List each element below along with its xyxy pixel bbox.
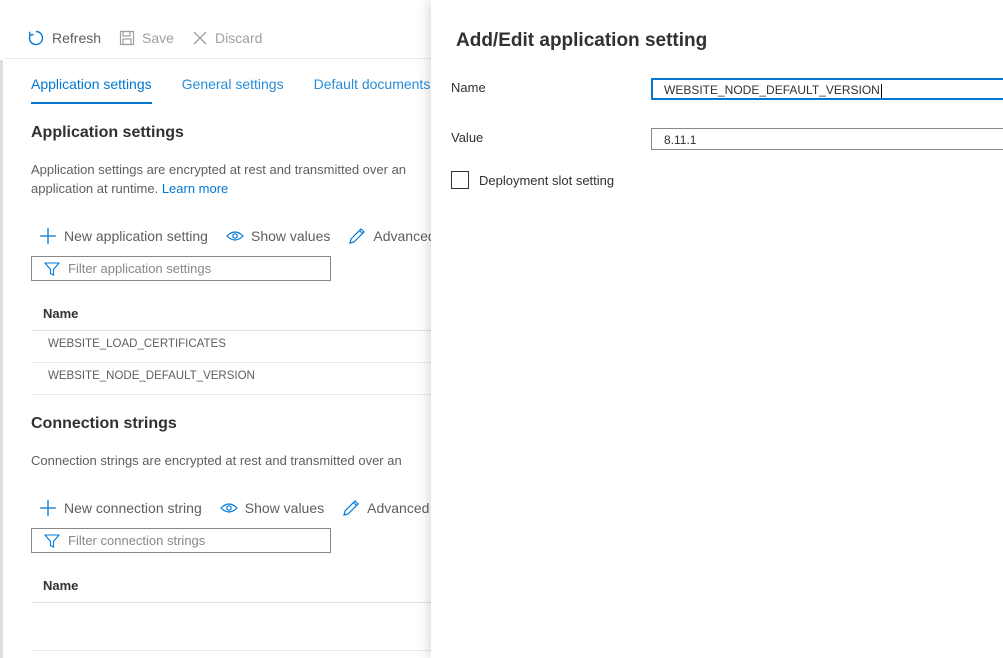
show-values-button[interactable]: Show values bbox=[226, 228, 330, 244]
deployment-slot-setting-label: Deployment slot setting bbox=[479, 172, 615, 188]
setting-name-cell: WEBSITE_NODE_DEFAULT_VERSION bbox=[48, 370, 255, 382]
close-icon bbox=[193, 31, 207, 45]
toolbar: Refresh Save Discard bbox=[27, 28, 280, 48]
refresh-button[interactable]: Refresh bbox=[27, 29, 101, 47]
filter-connection-strings-input[interactable]: Filter connection strings bbox=[31, 528, 331, 553]
value-input-value: 8.11.1 bbox=[664, 133, 697, 147]
advanced-edit-button[interactable]: Advanced e bbox=[342, 499, 441, 517]
refresh-icon bbox=[28, 30, 44, 46]
connection-strings-description: Connection strings are encrypted at rest… bbox=[31, 453, 402, 468]
save-label: Save bbox=[142, 30, 174, 46]
filter-app-settings-placeholder: Filter application settings bbox=[68, 261, 212, 276]
name-input-value: WEBSITE_NODE_DEFAULT_VERSION bbox=[664, 83, 880, 97]
filter-connection-strings-placeholder: Filter connection strings bbox=[68, 533, 206, 548]
pencil-icon bbox=[343, 500, 359, 516]
eye-icon bbox=[219, 503, 238, 513]
app-settings-description-line1: Application settings are encrypted at re… bbox=[31, 162, 407, 177]
new-application-setting-label: New application setting bbox=[64, 228, 208, 244]
save-icon bbox=[119, 30, 135, 46]
text-caret bbox=[880, 83, 882, 98]
value-field-label: Value bbox=[451, 130, 484, 145]
app-settings-table-header: Name bbox=[31, 300, 433, 331]
app-root: Refresh Save Discard Application setting… bbox=[0, 0, 1003, 658]
filter-icon bbox=[44, 261, 60, 276]
name-field-label: Name bbox=[451, 80, 486, 95]
left-edge-divider bbox=[0, 60, 3, 658]
column-header-name: Name bbox=[43, 306, 79, 321]
tab-general-settings[interactable]: General settings bbox=[182, 76, 284, 104]
filter-icon bbox=[44, 533, 60, 548]
refresh-label: Refresh bbox=[52, 30, 102, 46]
connection-strings-command-bar: New connection string Show values Advanc… bbox=[39, 498, 459, 518]
tab-application-settings[interactable]: Application settings bbox=[31, 76, 152, 104]
deployment-slot-setting-checkbox[interactable]: Deployment slot setting bbox=[451, 171, 614, 189]
discard-button[interactable]: Discard bbox=[192, 30, 262, 46]
setting-name-cell: WEBSITE_LOAD_CERTIFICATES bbox=[48, 338, 226, 350]
table-bottom-divider bbox=[31, 650, 433, 651]
new-application-setting-button[interactable]: New application setting bbox=[39, 227, 208, 245]
show-values-label: Show values bbox=[250, 228, 331, 244]
tab-bar: Application settings General settings De… bbox=[31, 76, 460, 104]
app-settings-description-line2-wrap: application at runtime. Learn more bbox=[31, 179, 451, 198]
table-row[interactable]: WEBSITE_LOAD_CERTIFICATES bbox=[31, 331, 433, 363]
column-header-name: Name bbox=[43, 578, 79, 593]
app-settings-title: Application settings bbox=[31, 124, 184, 141]
show-values-label: Show values bbox=[244, 500, 325, 516]
eye-icon bbox=[226, 231, 244, 241]
add-edit-setting-blade: Add/Edit application setting Name WEBSIT… bbox=[431, 0, 1003, 658]
app-settings-description-line2: application at runtime. bbox=[31, 181, 159, 196]
app-settings-description: Application settings are encrypted at re… bbox=[31, 160, 451, 198]
save-button[interactable]: Save bbox=[119, 30, 174, 46]
advanced-edit-label: Advanced bbox=[373, 228, 436, 244]
new-connection-string-button[interactable]: New connection string bbox=[39, 499, 202, 517]
discard-label: Discard bbox=[214, 30, 263, 46]
advanced-edit-label: Advanced e bbox=[367, 500, 442, 516]
plus-icon bbox=[40, 228, 56, 244]
filter-app-settings-input[interactable]: Filter application settings bbox=[31, 256, 331, 281]
connection-strings-title: Connection strings bbox=[31, 415, 177, 432]
new-connection-string-label: New connection string bbox=[64, 500, 202, 516]
blade-title: Add/Edit application setting bbox=[456, 30, 708, 51]
connection-strings-table-header: Name bbox=[31, 572, 433, 603]
plus-icon bbox=[40, 500, 56, 516]
name-input[interactable]: WEBSITE_NODE_DEFAULT_VERSION bbox=[651, 78, 1003, 100]
value-input[interactable]: 8.11.1 bbox=[651, 128, 1003, 150]
show-values-button[interactable]: Show values bbox=[219, 500, 325, 516]
checkbox-box[interactable] bbox=[451, 171, 469, 189]
tab-default-documents[interactable]: Default documents bbox=[314, 76, 431, 104]
pencil-icon bbox=[349, 228, 366, 244]
toolbar-divider bbox=[3, 58, 433, 59]
table-row[interactable]: WEBSITE_NODE_DEFAULT_VERSION bbox=[31, 363, 433, 395]
learn-more-link[interactable]: Learn more bbox=[162, 181, 228, 196]
app-settings-command-bar: New application setting Show values Adva… bbox=[39, 226, 454, 246]
advanced-edit-button[interactable]: Advanced bbox=[348, 227, 436, 245]
